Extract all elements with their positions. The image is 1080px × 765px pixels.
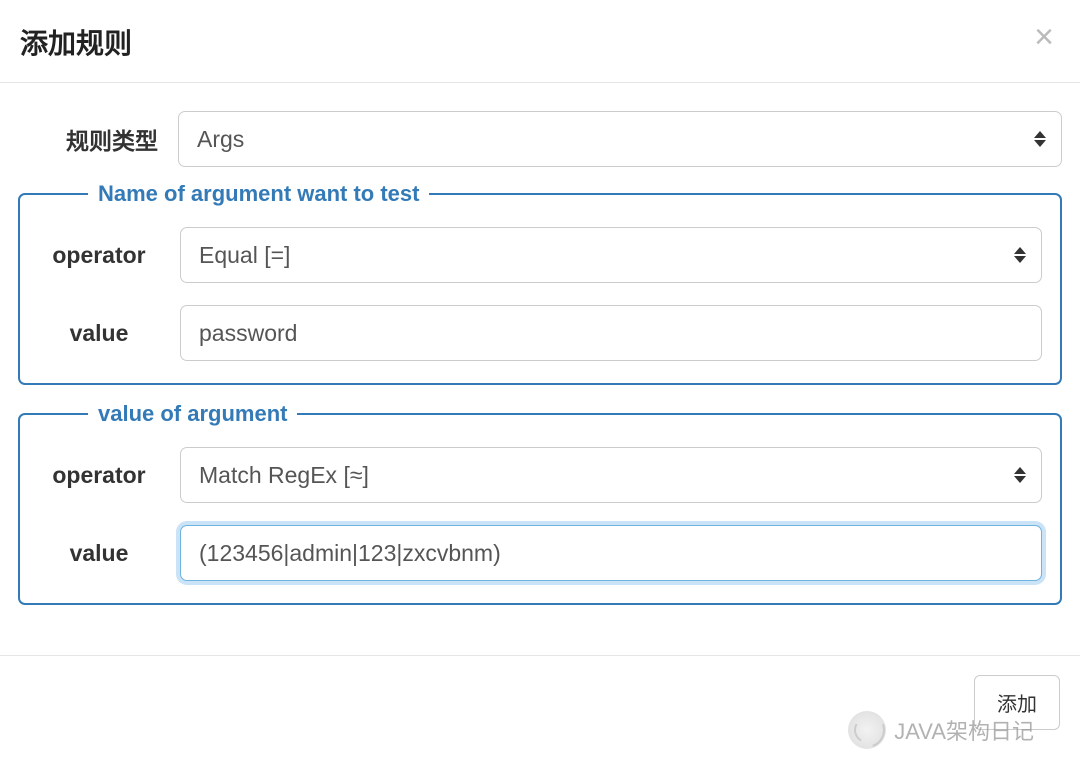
- modal-footer: 添加: [0, 655, 1080, 749]
- argname-value-label: value: [38, 320, 180, 347]
- argvalue-operator-value: Match RegEx [≈]: [180, 447, 1042, 503]
- modal-title: 添加规则: [20, 22, 1050, 62]
- rule-type-row: 规则类型 Args: [18, 111, 1062, 167]
- argvalue-value-input[interactable]: [180, 525, 1042, 581]
- rule-type-select[interactable]: Args: [178, 111, 1062, 167]
- argname-operator-row: operator Equal [=]: [38, 227, 1042, 283]
- modal-body: 规则类型 Args Name of argument want to test …: [0, 83, 1080, 631]
- argvalue-operator-select[interactable]: Match RegEx [≈]: [180, 447, 1042, 503]
- add-button[interactable]: 添加: [974, 675, 1060, 730]
- argname-operator-value: Equal [=]: [180, 227, 1042, 283]
- close-icon[interactable]: ×: [1034, 20, 1054, 54]
- argvalue-value-row: value: [38, 525, 1042, 581]
- argument-value-legend: value of argument: [88, 401, 297, 427]
- argvalue-operator-row: operator Match RegEx [≈]: [38, 447, 1042, 503]
- argname-value-input[interactable]: [180, 305, 1042, 361]
- rule-type-value: Args: [178, 111, 1062, 167]
- argument-value-group: value of argument operator Match RegEx […: [18, 401, 1062, 605]
- argname-value-row: value: [38, 305, 1042, 361]
- argvalue-operator-label: operator: [38, 462, 180, 489]
- argument-name-group: Name of argument want to test operator E…: [18, 181, 1062, 385]
- argname-operator-label: operator: [38, 242, 180, 269]
- argument-name-legend: Name of argument want to test: [88, 181, 429, 207]
- modal-header: 添加规则 ×: [0, 0, 1080, 83]
- argvalue-value-label: value: [38, 540, 180, 567]
- rule-type-label: 规则类型: [18, 122, 178, 156]
- argname-operator-select[interactable]: Equal [=]: [180, 227, 1042, 283]
